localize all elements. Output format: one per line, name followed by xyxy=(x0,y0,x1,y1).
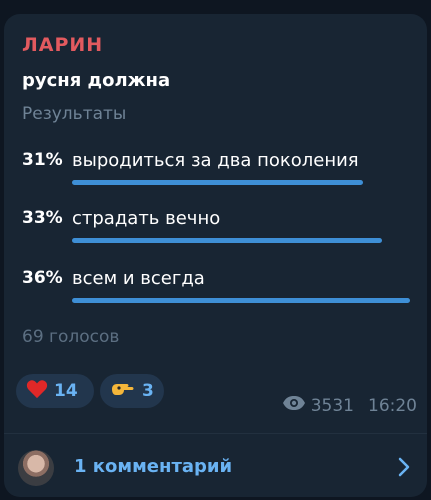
comments-label: 1 комментарий xyxy=(74,456,233,477)
reaction-count: 3 xyxy=(142,381,154,401)
poll-option-text: выродиться за два поколения xyxy=(72,150,359,171)
heart-icon xyxy=(26,379,48,403)
poll-option-percent: 36% xyxy=(22,268,63,288)
poll-option-bar xyxy=(72,238,382,243)
poll-option-bar xyxy=(72,180,363,185)
pointing-hand-icon xyxy=(110,380,136,402)
poll-results-label: Результаты xyxy=(22,104,127,124)
sender-name[interactable]: ЛАРИН xyxy=(22,34,103,56)
avatar xyxy=(18,450,54,486)
poll-option-percent: 31% xyxy=(22,150,63,170)
poll-option-percent: 33% xyxy=(22,208,63,228)
reaction-pointing-hand[interactable]: 3 xyxy=(100,374,164,408)
vote-count: 69 голосов xyxy=(22,327,120,347)
comments-button[interactable]: 1 комментарий xyxy=(4,434,427,497)
poll-option: 33% страдать вечно xyxy=(22,208,412,248)
message-time: 16:20 xyxy=(368,395,417,416)
poll-option: 36% всем и всегда xyxy=(22,268,412,308)
reaction-count: 14 xyxy=(54,381,78,401)
poll-option-text: страдать вечно xyxy=(72,208,221,229)
view-count: 3531 xyxy=(310,395,354,416)
message-bubble: ЛАРИН русня должна Результаты 31% выроди… xyxy=(4,14,427,497)
poll-question: русня должна xyxy=(22,70,171,91)
reaction-heart[interactable]: 14 xyxy=(16,374,94,408)
poll-option: 31% выродиться за два поколения xyxy=(22,150,412,190)
message-meta: 3531 16:20 xyxy=(282,395,417,416)
poll-option-text: всем и всегда xyxy=(72,268,205,289)
eye-icon xyxy=(282,395,306,416)
poll-option-bar xyxy=(72,298,410,303)
chevron-right-icon xyxy=(398,457,410,477)
